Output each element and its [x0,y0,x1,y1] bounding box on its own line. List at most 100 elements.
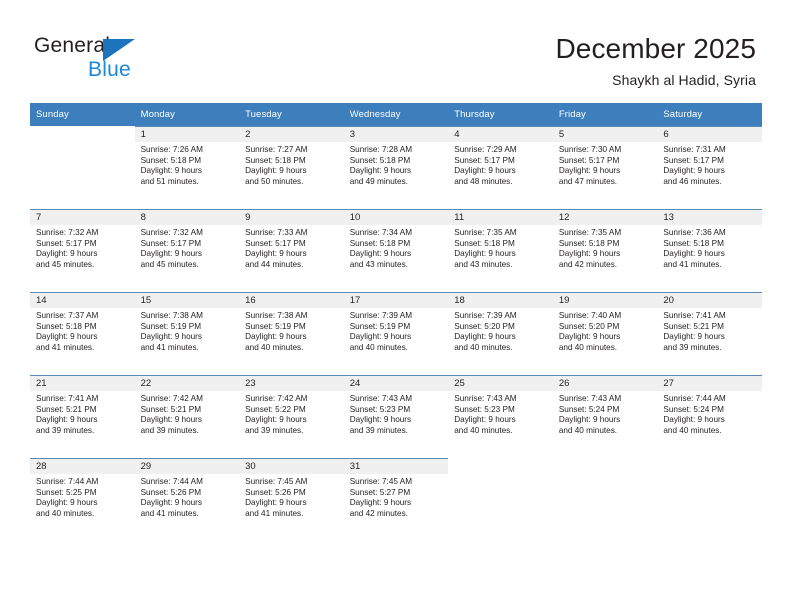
daylight-text-line2: and 40 minutes. [558,342,618,352]
sunrise-text: Sunrise: 7:36 AM [663,228,726,237]
daylight-text-line2: and 41 minutes. [245,508,304,518]
calendar-day-cell[interactable]: 19 Sunrise: 7:40 AM Sunset: 5:20 PM Dayligh… [552,292,658,366]
calendar-day-cell[interactable]: 30 Sunrise: 7:45 AM Sunset: 5:26 PM Dayligh… [239,458,344,532]
calendar-day-cell[interactable]: 23 Sunrise: 7:42 AM Sunset: 5:22 PM Dayligh… [239,375,344,449]
daylight-text-line2: and 45 minutes. [140,259,199,269]
calendar-day-cell[interactable]: 15 Sunrise: 7:38 AM Sunset: 5:19 PM Dayligh… [134,292,240,366]
calendar-week-row: 14 Sunrise: 7:37 AM Sunset: 5:18 PM Dayligh… [30,292,762,366]
day-details: Sunrise: 7:37 AM Sunset: 5:18 PM Daylight:… [30,308,135,353]
week-separator [30,283,762,292]
calendar-day-cell[interactable]: 6 Sunrise: 7:31 AM Sunset: 5:17 PM Daylight… [657,126,762,200]
sunset-text: Sunset: 5:19 PM [140,321,202,331]
calendar-day-cell[interactable]: 8 Sunrise: 7:32 AM Sunset: 5:17 PM Daylight… [134,209,240,283]
calendar-day-cell[interactable]: 26 Sunrise: 7:43 AM Sunset: 5:24 PM Dayligh… [552,375,658,449]
day-details: Sunrise: 7:33 AM Sunset: 5:17 PM Daylight:… [239,225,344,270]
daylight-text-line2: and 47 minutes. [558,176,618,186]
weekday-header-monday: Monday [134,103,240,126]
day-cell-inner: 4 Sunrise: 7:29 AM Sunset: 5:17 PM Daylight… [448,126,553,200]
daylight-text-line1: Daylight: 9 hours [349,498,412,508]
day-details: Sunrise: 7:32 AM Sunset: 5:17 PM Daylight:… [135,225,240,270]
day-details: Sunrise: 7:41 AM Sunset: 5:21 PM Daylight:… [657,308,762,353]
general-blue-logo[interactable]: General Blue [34,34,154,82]
sunrise-text: Sunrise: 7:26 AM [140,145,203,154]
sunset-text: Sunset: 5:20 PM [558,321,620,331]
page-header: General Blue December 2025 Shaykh al Had… [0,0,792,103]
daylight-text-line1: Daylight: 9 hours [558,249,621,259]
sunrise-text: Sunrise: 7:35 AM [454,228,517,237]
calendar-day-cell[interactable]: 29 Sunrise: 7:44 AM Sunset: 5:26 PM Dayligh… [134,458,240,532]
day-cell-inner [553,458,658,532]
day-details: Sunrise: 7:36 AM Sunset: 5:18 PM Daylight:… [657,225,762,270]
day-number: 25 [448,376,553,391]
daylight-text-line1: Daylight: 9 hours [558,166,621,176]
calendar-day-cell[interactable]: 4 Sunrise: 7:29 AM Sunset: 5:17 PM Daylight… [448,126,553,200]
daylight-text-line2: and 44 minutes. [245,259,304,269]
calendar-day-cell[interactable]: 2 Sunrise: 7:27 AM Sunset: 5:18 PM Daylight… [239,126,344,200]
day-number: 3 [343,127,449,142]
day-number: 7 [30,210,135,225]
day-number: 23 [239,376,344,391]
daylight-text-line2: and 39 minutes. [349,425,408,435]
calendar-day-cell[interactable]: 16 Sunrise: 7:38 AM Sunset: 5:19 PM Dayligh… [239,292,344,366]
calendar-day-cell[interactable]: 18 Sunrise: 7:39 AM Sunset: 5:20 PM Dayligh… [448,292,553,366]
logo-text-blue: Blue [88,58,131,81]
daylight-text-line1: Daylight: 9 hours [36,498,98,508]
day-cell-inner: 30 Sunrise: 7:45 AM Sunset: 5:26 PM Dayligh… [239,458,344,532]
daylight-text-line1: Daylight: 9 hours [454,166,516,176]
calendar-day-cell[interactable]: 3 Sunrise: 7:28 AM Sunset: 5:18 PM Daylight… [343,126,449,200]
day-details: Sunrise: 7:42 AM Sunset: 5:21 PM Daylight:… [135,391,240,436]
calendar-day-cell[interactable]: 17 Sunrise: 7:39 AM Sunset: 5:19 PM Dayligh… [343,292,449,366]
day-cell-inner: 21 Sunrise: 7:41 AM Sunset: 5:21 PM Dayligh… [30,375,135,449]
daylight-text-line1: Daylight: 9 hours [349,249,412,259]
calendar-day-cell[interactable]: 24 Sunrise: 7:43 AM Sunset: 5:23 PM Dayligh… [343,375,449,449]
day-number [657,458,762,473]
day-details: Sunrise: 7:30 AM Sunset: 5:17 PM Daylight:… [553,142,658,187]
calendar-day-cell[interactable]: 9 Sunrise: 7:33 AM Sunset: 5:17 PM Daylight… [239,209,344,283]
calendar-day-cell[interactable]: 13 Sunrise: 7:36 AM Sunset: 5:18 PM Dayligh… [657,209,762,283]
weekday-header-saturday: Saturday [657,103,762,126]
sunrise-text: Sunrise: 7:45 AM [349,477,413,486]
calendar-day-cell[interactable]: 28 Sunrise: 7:44 AM Sunset: 5:25 PM Dayligh… [30,458,135,532]
daylight-text-line1: Daylight: 9 hours [454,415,516,425]
calendar-day-cell[interactable]: 22 Sunrise: 7:42 AM Sunset: 5:21 PM Dayligh… [134,375,240,449]
daylight-text-line2: and 39 minutes. [245,425,304,435]
day-number [553,458,658,473]
sunset-text: Sunset: 5:23 PM [454,404,515,414]
day-details: Sunrise: 7:45 AM Sunset: 5:26 PM Daylight:… [239,474,344,519]
week-separator-cell [30,200,762,209]
calendar-day-cell[interactable]: 31 Sunrise: 7:45 AM Sunset: 5:27 PM Dayligh… [343,458,449,532]
day-details: Sunrise: 7:44 AM Sunset: 5:26 PM Daylight:… [135,474,240,519]
daylight-text-line2: and 40 minutes. [36,508,95,518]
calendar-day-cell[interactable]: 1 Sunrise: 7:26 AM Sunset: 5:18 PM Daylight… [134,126,240,200]
daylight-text-line1: Daylight: 9 hours [36,249,98,259]
day-cell-inner: 10 Sunrise: 7:34 AM Sunset: 5:18 PM Dayligh… [343,209,449,283]
day-cell-inner: 1 Sunrise: 7:26 AM Sunset: 5:18 PM Daylight… [134,126,240,200]
day-details: Sunrise: 7:42 AM Sunset: 5:22 PM Daylight:… [239,391,344,436]
day-number: 5 [552,127,658,142]
calendar-day-cell[interactable]: 14 Sunrise: 7:37 AM Sunset: 5:18 PM Dayligh… [30,292,135,366]
calendar-day-cell[interactable]: 12 Sunrise: 7:35 AM Sunset: 5:18 PM Dayligh… [552,209,658,283]
calendar-day-cell[interactable]: 5 Sunrise: 7:30 AM Sunset: 5:17 PM Daylight… [552,126,658,200]
calendar-day-cell[interactable]: 11 Sunrise: 7:35 AM Sunset: 5:18 PM Dayligh… [448,209,553,283]
sunset-text: Sunset: 5:24 PM [663,404,724,414]
daylight-text-line1: Daylight: 9 hours [140,498,203,508]
page-subtitle: Shaykh al Hadid, Syria [612,72,756,88]
daylight-text-line2: and 39 minutes. [140,425,199,435]
calendar-day-cell[interactable]: 7 Sunrise: 7:32 AM Sunset: 5:17 PM Daylight… [30,209,135,283]
sunrise-text: Sunrise: 7:31 AM [663,145,726,154]
daylight-text-line1: Daylight: 9 hours [349,332,412,342]
calendar-day-cell[interactable]: 27 Sunrise: 7:44 AM Sunset: 5:24 PM Dayligh… [657,375,762,449]
week-separator-cell [30,283,762,292]
calendar-day-cell[interactable]: 21 Sunrise: 7:41 AM Sunset: 5:21 PM Dayligh… [30,375,135,449]
daylight-text-line1: Daylight: 9 hours [36,415,98,425]
calendar-day-cell[interactable]: 25 Sunrise: 7:43 AM Sunset: 5:23 PM Dayligh… [448,375,553,449]
weekday-header-tuesday: Tuesday [239,103,344,126]
day-number [448,458,553,473]
sunrise-text: Sunrise: 7:42 AM [245,394,308,403]
calendar-day-cell-empty [657,458,762,532]
sunrise-text: Sunrise: 7:27 AM [245,145,308,154]
calendar-day-cell[interactable]: 20 Sunrise: 7:41 AM Sunset: 5:21 PM Dayligh… [657,292,762,366]
sunset-text: Sunset: 5:26 PM [245,487,306,497]
daylight-text-line2: and 43 minutes. [454,259,513,269]
calendar-day-cell[interactable]: 10 Sunrise: 7:34 AM Sunset: 5:18 PM Dayligh… [343,209,449,283]
